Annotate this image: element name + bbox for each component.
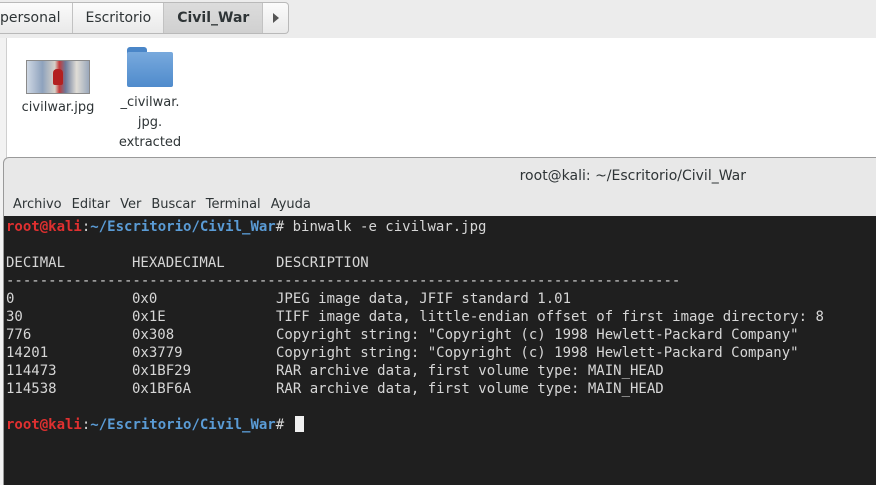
- menu-bar: Archivo Editar Ver Buscar Terminal Ayuda: [4, 194, 876, 216]
- prompt-symbol: #: [275, 417, 293, 433]
- terminal-output[interactable]: root@kali:~/Escritorio/Civil_War# binwal…: [4, 216, 876, 485]
- header-decimal: DECIMAL: [6, 255, 66, 271]
- table-row: 114538 0x1BF6A RAR archive data, first v…: [6, 381, 664, 397]
- prompt-path: ~/Escritorio/Civil_War: [90, 219, 276, 235]
- path-bar: personal Escritorio Civil_War: [0, 0, 876, 38]
- menu-terminal[interactable]: Terminal: [205, 194, 270, 216]
- folder-label-line-2: jpg.: [137, 115, 163, 130]
- command-line: root@kali:~/Escritorio/Civil_War# binwal…: [6, 218, 876, 236]
- breadcrumb-escritorio[interactable]: Escritorio: [73, 3, 165, 33]
- table-row: 114473 0x1BF29 RAR archive data, first v…: [6, 363, 664, 379]
- folder-icon: [127, 47, 173, 87]
- table-separator: ----------------------------------------…: [6, 273, 681, 289]
- breadcrumb: personal Escritorio Civil_War: [0, 2, 290, 34]
- menu-editar[interactable]: Editar: [71, 194, 120, 216]
- image-thumbnail-icon: [26, 60, 90, 94]
- folder-label-line-1: _civilwar.: [120, 95, 180, 110]
- prompt-user: root@kali: [6, 219, 82, 235]
- breadcrumb-civil-war[interactable]: Civil_War: [164, 3, 264, 33]
- active-prompt-line[interactable]: root@kali:~/Escritorio/Civil_War#: [6, 416, 876, 434]
- window-title: root@kali: ~/Escritorio/Civil_War: [519, 168, 746, 184]
- prompt-user: root@kali: [6, 417, 82, 433]
- breadcrumb-personal[interactable]: personal: [0, 3, 74, 33]
- breadcrumb-more-button[interactable]: [263, 3, 288, 33]
- text-cursor: [294, 416, 304, 432]
- folder-label-line-3: extracted: [118, 135, 182, 150]
- chevron-right-icon: [272, 13, 279, 23]
- table-header: DECIMAL HEXADECIMAL DESCRIPTION: [6, 254, 876, 272]
- header-hexadecimal: HEXADECIMAL: [132, 255, 225, 271]
- header-description: DESCRIPTION: [276, 255, 369, 271]
- file-label: civilwar.jpg: [21, 100, 95, 115]
- file-item-civilwar-jpg[interactable]: civilwar.jpg: [13, 38, 103, 118]
- menu-archivo[interactable]: Archivo: [12, 194, 71, 216]
- table-row: 776 0x308 Copyright string: "Copyright (…: [6, 327, 799, 343]
- menu-ver[interactable]: Ver: [119, 194, 150, 216]
- prompt-path: ~/Escritorio/Civil_War: [90, 417, 276, 433]
- menu-ayuda[interactable]: Ayuda: [270, 194, 320, 216]
- prompt-symbol: #: [275, 219, 293, 235]
- table-row: 30 0x1E TIFF image data, little-endian o…: [6, 309, 824, 325]
- terminal-window: root@kali: ~/Escritorio/Civil_War Archiv…: [3, 157, 876, 485]
- table-row: 0 0x0 JPEG image data, JFIF standard 1.0…: [6, 291, 572, 307]
- file-view: civilwar.jpg _civilwar. jpg. extracted: [6, 38, 876, 168]
- folder-item-extracted[interactable]: _civilwar. jpg. extracted: [105, 38, 195, 153]
- table-row: 14201 0x3779 Copyright string: "Copyrigh…: [6, 345, 799, 361]
- menu-buscar[interactable]: Buscar: [150, 194, 204, 216]
- command-text: binwalk -e civilwar.jpg: [292, 219, 487, 235]
